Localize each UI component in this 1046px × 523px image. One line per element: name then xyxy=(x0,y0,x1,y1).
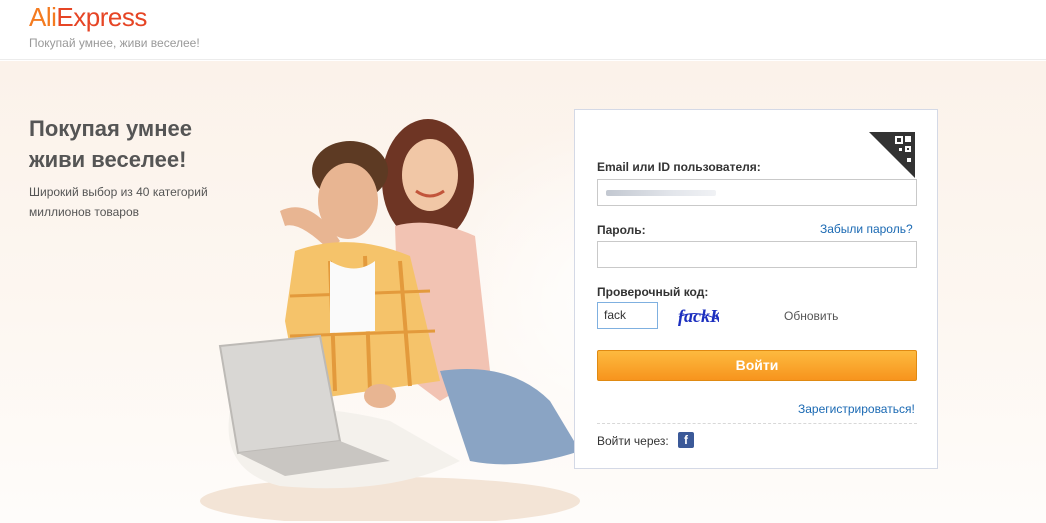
register-link[interactable]: Зарегистрироваться! xyxy=(798,402,915,416)
qr-code-icon[interactable] xyxy=(869,132,915,178)
password-field[interactable] xyxy=(597,241,917,268)
hero-section: Покупая умнее живи веселее! Широкий выбо… xyxy=(0,61,1046,523)
password-label: Пароль: xyxy=(597,223,646,237)
email-field[interactable] xyxy=(597,179,917,206)
email-value-blurred xyxy=(606,190,716,196)
svg-text:fackK: fackK xyxy=(678,306,719,326)
forgot-password-link[interactable]: Забыли пароль? xyxy=(820,222,913,236)
facebook-icon[interactable]: f xyxy=(678,432,694,448)
login-panel: Email или ID пользователя: Пароль: Забыл… xyxy=(574,109,938,469)
captcha-label: Проверочный код: xyxy=(597,285,709,299)
social-login-label: Войти через: xyxy=(597,434,669,448)
refresh-captcha-link[interactable]: Обновить xyxy=(784,309,838,323)
divider xyxy=(597,423,917,424)
site-header: AliExpress Покупай умнее, живи веселее! xyxy=(0,0,1046,60)
header-tagline: Покупай умнее, живи веселее! xyxy=(29,36,200,50)
captcha-input[interactable]: fack xyxy=(597,302,658,329)
hero-photo-couple-with-laptop xyxy=(200,119,580,521)
email-label: Email или ID пользователя: xyxy=(597,160,761,174)
login-button[interactable]: Войти xyxy=(597,350,917,381)
aliexpress-logo[interactable]: AliExpress xyxy=(29,2,147,33)
captcha-image: fackK xyxy=(678,306,719,326)
